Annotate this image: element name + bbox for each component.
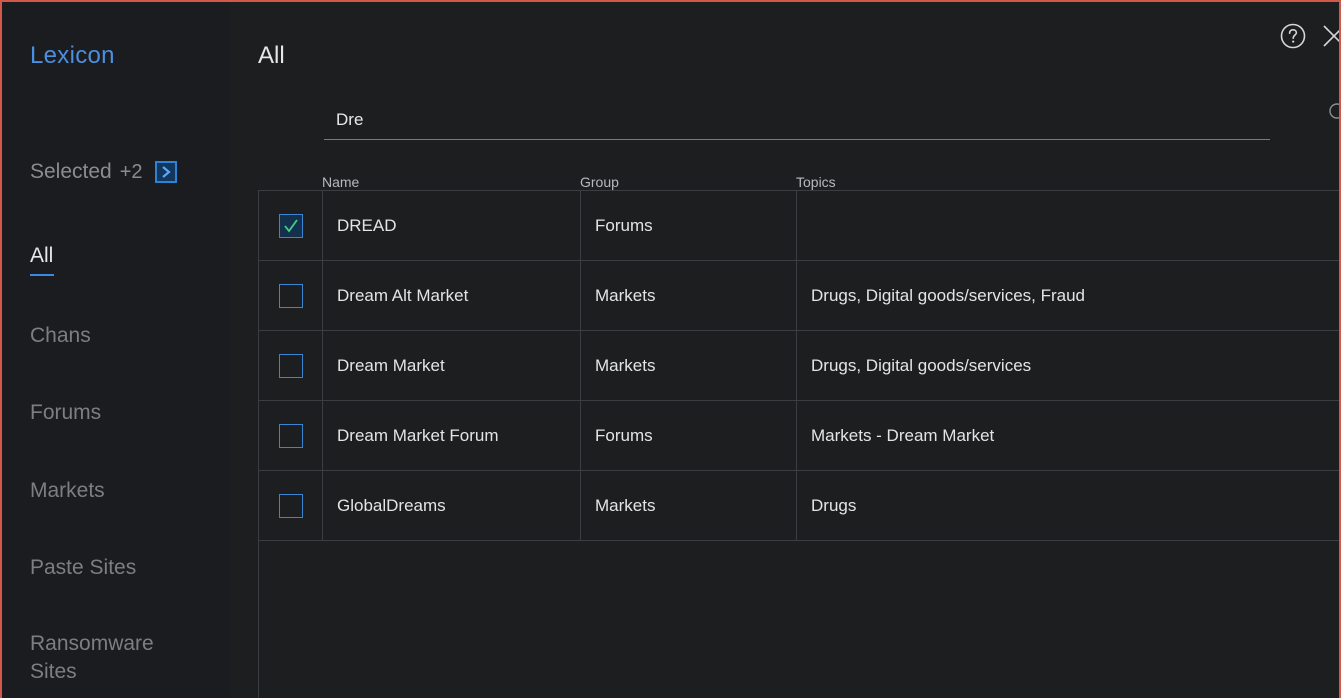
sidebar-item-all[interactable]: All	[30, 242, 54, 276]
search-icon[interactable]	[1328, 102, 1341, 124]
selected-label: Selected	[30, 160, 112, 183]
main-panel: All Name Group Topics	[230, 2, 1339, 698]
cell-topics: Drugs	[811, 495, 857, 515]
row-checkbox[interactable]	[278, 423, 303, 448]
sidebar-item-chans[interactable]: Chans	[30, 322, 91, 350]
row-checkbox[interactable]	[278, 353, 303, 378]
sidebar-item-label: All	[30, 244, 54, 267]
app-title: Lexicon	[30, 42, 115, 69]
checkmark-icon	[283, 218, 298, 232]
page-title: All	[258, 42, 285, 69]
cell-group: Markets	[581, 261, 797, 330]
table-row[interactable]: DREAD Forums	[259, 191, 1339, 261]
cell-topics: Drugs, Digital goods/services	[811, 355, 1032, 375]
row-checkbox[interactable]	[278, 213, 303, 238]
sidebar-item-label: Forums	[30, 401, 102, 424]
results-table: DREAD Forums Dream Alt Market Markets Dr…	[258, 190, 1339, 698]
cell-group: Markets	[581, 331, 797, 400]
active-indicator	[30, 274, 54, 276]
row-checkbox[interactable]	[278, 283, 303, 308]
column-header-group[interactable]: Group	[580, 174, 619, 190]
cell-name: Dream Alt Market	[323, 261, 581, 330]
sidebar-item-ransomware-sites[interactable]: Ransomware Sites	[30, 630, 180, 686]
help-circle-icon[interactable]	[1279, 22, 1307, 50]
sidebar-item-label: Ransomware Sites	[30, 632, 154, 683]
sidebar-item-paste-sites[interactable]: Paste Sites	[30, 554, 136, 582]
cell-name: Dream Market	[323, 331, 581, 400]
cell-name: Dream Market Forum	[323, 401, 581, 470]
table-row[interactable]: Dream Alt Market Markets Drugs, Digital …	[259, 261, 1339, 331]
sidebar-item-label: Markets	[30, 479, 105, 502]
table-row[interactable]: Dream Market Markets Drugs, Digital good…	[259, 331, 1339, 401]
row-checkbox[interactable]	[278, 493, 303, 518]
search-box	[324, 102, 1339, 140]
sidebar-item-markets[interactable]: Markets	[30, 477, 105, 505]
selected-count: +2	[119, 160, 143, 183]
cell-group: Markets	[581, 471, 797, 540]
column-header-topics[interactable]: Topics	[796, 174, 836, 190]
search-input[interactable]	[336, 106, 1216, 134]
cell-group: Forums	[581, 401, 797, 470]
cell-name: GlobalDreams	[323, 471, 581, 540]
column-header-name[interactable]: Name	[322, 174, 359, 190]
cell-topics	[797, 191, 1339, 260]
sidebar-item-label: Chans	[30, 324, 91, 347]
table-row[interactable]: GlobalDreams Markets Drugs	[259, 471, 1339, 541]
sidebar-item-label: Paste Sites	[30, 556, 137, 579]
sidebar: Lexicon Selected +2 All Chans Forums Mar…	[2, 2, 230, 698]
selected-summary[interactable]: Selected +2	[30, 160, 177, 184]
cell-group: Forums	[581, 191, 797, 260]
lexicon-dialog: Lexicon Selected +2 All Chans Forums Mar…	[0, 0, 1341, 698]
close-icon[interactable]	[1320, 22, 1341, 50]
chevron-right-icon	[161, 166, 171, 178]
sidebar-item-forums[interactable]: Forums	[30, 399, 101, 427]
table-row[interactable]: Dream Market Forum Forums Markets - Drea…	[259, 401, 1339, 471]
cell-name: DREAD	[323, 191, 581, 260]
cell-topics: Markets - Dream Market	[811, 425, 995, 445]
cell-topics: Drugs, Digital goods/services, Fraud	[811, 285, 1086, 305]
selected-expand-button[interactable]	[154, 161, 177, 183]
